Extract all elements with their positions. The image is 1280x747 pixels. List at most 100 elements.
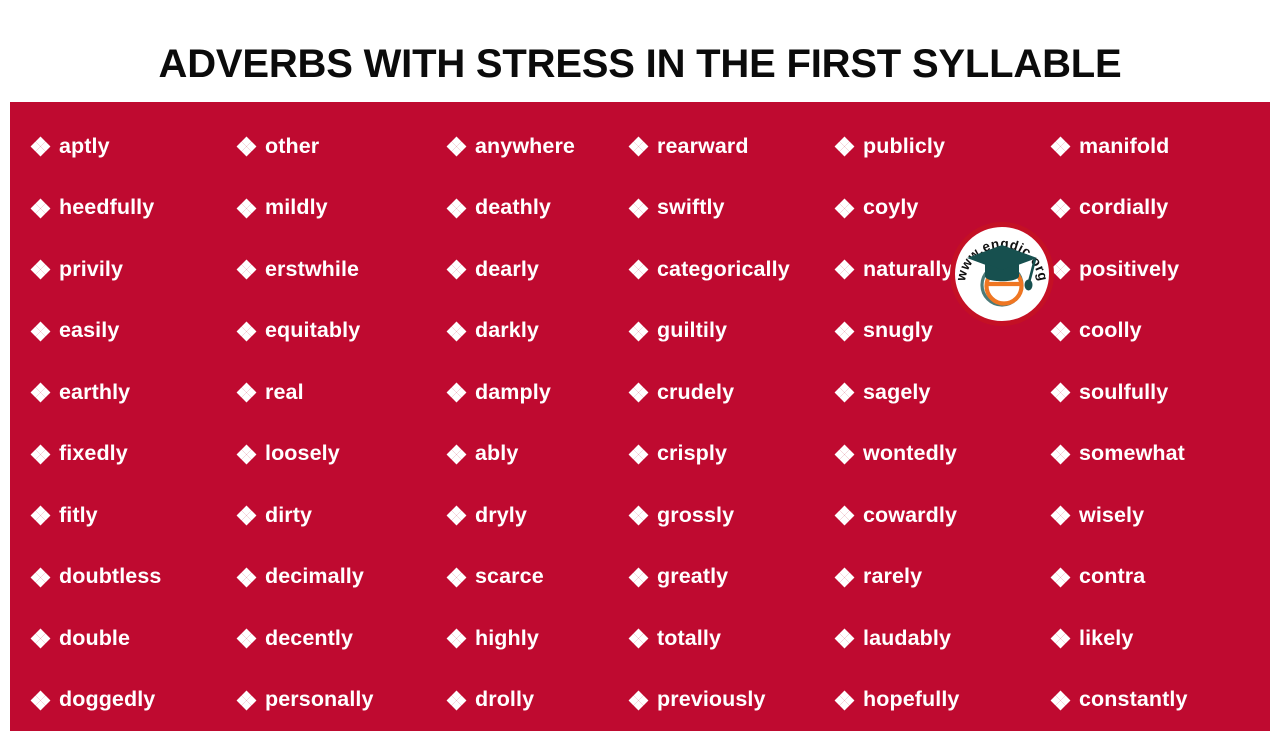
- list-item: crisply: [628, 423, 836, 485]
- four-diamond-bullet-icon: [1050, 321, 1071, 341]
- word-label: manifold: [1079, 133, 1170, 158]
- list-item: manifold: [1050, 116, 1270, 178]
- four-diamond-bullet-icon: [834, 690, 855, 710]
- list-item: grossly: [628, 485, 836, 547]
- list-item: heedfully: [30, 177, 238, 239]
- word-label: personally: [265, 687, 374, 712]
- word-label: crudely: [657, 379, 735, 404]
- list-item: positively: [1050, 239, 1270, 301]
- list-item: rearward: [628, 116, 836, 178]
- word-label: wisely: [1079, 502, 1145, 527]
- four-diamond-bullet-icon: [834, 628, 855, 649]
- word-label: equitably: [265, 318, 361, 343]
- word-label: swiftly: [657, 195, 725, 220]
- four-diamond-bullet-icon: [30, 628, 51, 649]
- word-label: previously: [657, 687, 766, 712]
- four-diamond-bullet-icon: [236, 321, 257, 341]
- list-item: dryly: [446, 485, 630, 547]
- list-item: loosely: [236, 423, 448, 485]
- list-item: doggedly: [30, 669, 238, 731]
- word-label: hopefully: [863, 687, 960, 712]
- four-diamond-bullet-icon: [446, 567, 467, 587]
- word-list-panel: aptly heedfully privily easily earthly fixedl…: [10, 101, 1270, 731]
- four-diamond-bullet-icon: [236, 136, 257, 157]
- word-label: positively: [1079, 256, 1180, 281]
- list-item: contra: [1050, 546, 1270, 608]
- word-label: wontedly: [863, 441, 957, 466]
- list-item: fitly: [30, 485, 238, 547]
- word-label: sagely: [863, 379, 931, 404]
- word-label: decimally: [265, 564, 364, 589]
- engdic-watermark-logo: www.engdic.org: [950, 221, 1054, 326]
- list-item: cordially: [1050, 177, 1270, 239]
- word-label: erstwhile: [265, 256, 360, 281]
- four-diamond-bullet-icon: [834, 198, 855, 218]
- list-item: darkly: [446, 300, 630, 362]
- four-diamond-bullet-icon: [834, 259, 855, 280]
- word-label: heedfully: [59, 195, 155, 220]
- list-item: other: [236, 116, 448, 178]
- list-item: rarely: [834, 546, 1052, 608]
- word-label: naturally: [863, 256, 954, 281]
- list-item: drolly: [446, 669, 630, 731]
- four-diamond-bullet-icon: [236, 382, 257, 403]
- word-label: anywhere: [475, 133, 575, 158]
- list-item: sagely: [834, 362, 1052, 424]
- word-label: soulfully: [1079, 379, 1169, 404]
- list-item: anywhere: [446, 116, 630, 178]
- word-label: dryly: [475, 502, 527, 527]
- four-diamond-bullet-icon: [30, 136, 51, 157]
- list-item: constantly: [1050, 669, 1270, 731]
- four-diamond-bullet-icon: [628, 136, 649, 157]
- word-label: doubtless: [59, 564, 162, 589]
- four-diamond-bullet-icon: [236, 444, 257, 464]
- list-item: crudely: [628, 362, 836, 424]
- four-diamond-bullet-icon: [30, 321, 51, 341]
- list-item: ably: [446, 423, 630, 485]
- word-label: drolly: [475, 687, 535, 712]
- word-label: double: [59, 625, 131, 650]
- word-label: highly: [475, 625, 539, 650]
- list-item: totally: [628, 608, 836, 670]
- four-diamond-bullet-icon: [446, 321, 467, 341]
- word-label: snugly: [863, 318, 933, 343]
- word-column-2: other mildly erstwhile equitably real loosely…: [236, 116, 448, 731]
- list-item: equitably: [236, 300, 448, 362]
- four-diamond-bullet-icon: [628, 259, 649, 280]
- four-diamond-bullet-icon: [628, 198, 649, 218]
- list-item: cowardly: [834, 485, 1052, 547]
- list-item: previously: [628, 669, 836, 731]
- word-label: guiltily: [657, 318, 728, 343]
- word-label: grossly: [657, 502, 735, 527]
- word-label: fixedly: [59, 441, 128, 466]
- word-label: coyly: [863, 195, 919, 220]
- list-item: wontedly: [834, 423, 1052, 485]
- word-label: loosely: [265, 441, 340, 466]
- four-diamond-bullet-icon: [628, 321, 649, 341]
- four-diamond-bullet-icon: [236, 259, 257, 280]
- four-diamond-bullet-icon: [446, 136, 467, 157]
- list-item: double: [30, 608, 238, 670]
- word-label: publicly: [863, 133, 946, 158]
- word-label: cowardly: [863, 502, 958, 527]
- word-column-6: manifold cordially positively coolly soulful…: [1050, 116, 1270, 731]
- word-label: laudably: [863, 625, 952, 650]
- four-diamond-bullet-icon: [1050, 505, 1071, 526]
- list-item: doubtless: [30, 546, 238, 608]
- word-label: other: [265, 133, 320, 158]
- list-item: scarce: [446, 546, 630, 608]
- list-item: soulfully: [1050, 362, 1270, 424]
- four-diamond-bullet-icon: [834, 382, 855, 403]
- word-label: constantly: [1079, 687, 1188, 712]
- four-diamond-bullet-icon: [628, 690, 649, 710]
- list-item: deathly: [446, 177, 630, 239]
- four-diamond-bullet-icon: [446, 382, 467, 403]
- four-diamond-bullet-icon: [628, 567, 649, 587]
- word-label: cordially: [1079, 195, 1169, 220]
- word-column-4: rearward swiftly categorically guiltily crud…: [628, 116, 836, 731]
- four-diamond-bullet-icon: [446, 690, 467, 710]
- list-item: dirty: [236, 485, 448, 547]
- four-diamond-bullet-icon: [30, 382, 51, 403]
- four-diamond-bullet-icon: [1050, 690, 1071, 710]
- word-label: ably: [475, 441, 519, 466]
